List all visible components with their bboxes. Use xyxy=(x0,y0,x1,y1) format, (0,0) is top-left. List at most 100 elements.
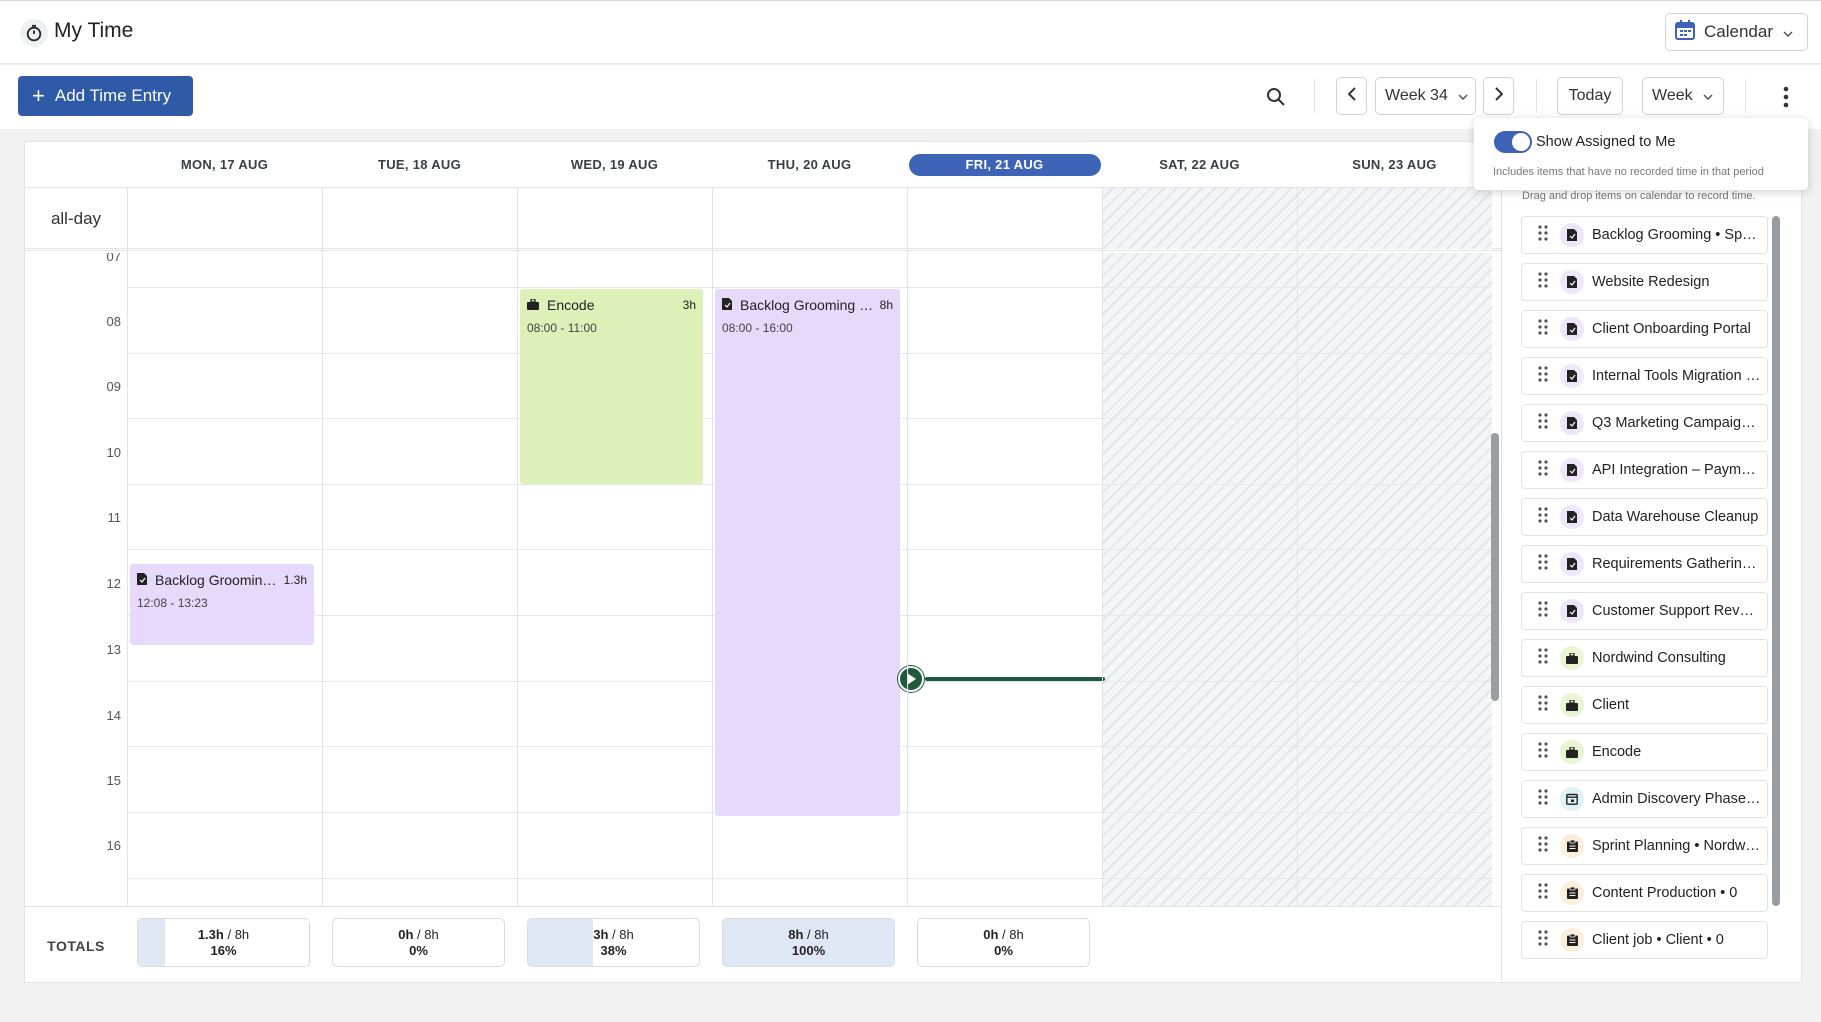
divider xyxy=(1536,79,1537,113)
week-label: Week 34 xyxy=(1385,87,1448,104)
hour-label: 08 xyxy=(106,314,121,329)
day-header-today: FRI, 21 AUG xyxy=(907,142,1102,187)
total-percent: 0% xyxy=(994,943,1013,958)
divider xyxy=(1314,79,1315,113)
hour-label: 13 xyxy=(106,642,121,657)
range-select[interactable]: Week xyxy=(1642,77,1724,115)
assigned-item[interactable]: API Integration – Payments xyxy=(1521,451,1768,489)
drag-handle-icon[interactable] xyxy=(1530,835,1556,857)
totals-label: TOTALS xyxy=(47,938,105,954)
view-mode-select[interactable]: Calendar xyxy=(1665,13,1808,51)
assigned-item[interactable]: Q3 Marketing Campaign • 0 xyxy=(1521,404,1768,442)
hour-line xyxy=(127,287,1492,288)
event-time: 12:08 - 13:23 xyxy=(137,596,208,610)
total-hours: 3h xyxy=(593,927,609,942)
total-target: / 8h xyxy=(227,927,250,942)
assigned-item[interactable]: Requirements Gathering • 0 xyxy=(1521,545,1768,583)
assigned-item-label: API Integration – Payments xyxy=(1592,462,1767,478)
drag-handle-icon[interactable] xyxy=(1530,741,1556,763)
total-target: / 8h xyxy=(807,927,829,942)
total-target: / 8h xyxy=(1002,927,1024,942)
day-total: 3h / 8h 38% xyxy=(527,918,700,967)
event-duration: 1.3h xyxy=(283,573,307,587)
hour-line xyxy=(127,878,1492,879)
document-icon xyxy=(137,572,147,588)
total-hours: 0h xyxy=(983,927,999,942)
hour-label: 10 xyxy=(106,445,121,460)
more-options-icon[interactable] xyxy=(1774,83,1798,111)
total-hours: 1.3h xyxy=(197,927,224,942)
panel-scrollbar[interactable] xyxy=(1772,216,1780,906)
time-grid[interactable]: 07 08 09 10 11 12 13 14 15 16 Encode 3h … xyxy=(25,253,1501,910)
time-entry-event[interactable]: Backlog Grooming • Sprint 1.3h 12:08 - 1… xyxy=(130,564,314,645)
document-icon xyxy=(1560,458,1584,482)
drag-handle-icon[interactable] xyxy=(1530,271,1556,293)
column-divider xyxy=(1297,187,1298,982)
briefcase-icon xyxy=(1560,693,1584,717)
briefcase-icon xyxy=(1560,646,1584,670)
event-title: Backlog Grooming • Sprint xyxy=(740,297,874,313)
assigned-item[interactable]: Nordwind Consulting xyxy=(1521,639,1768,677)
assigned-item[interactable]: Client xyxy=(1521,686,1768,724)
assigned-item-label: Website Redesign xyxy=(1592,274,1710,290)
document-icon xyxy=(1560,317,1584,341)
drag-handle-icon[interactable] xyxy=(1530,882,1556,904)
total-percent: 38% xyxy=(600,943,627,958)
today-pill: FRI, 21 AUG xyxy=(908,153,1101,176)
show-assigned-toggle[interactable] xyxy=(1494,131,1532,153)
briefcase-icon xyxy=(527,297,539,313)
drag-handle-icon[interactable] xyxy=(1530,600,1556,622)
toggle-knob xyxy=(1512,133,1530,151)
assigned-item-label: Client Onboarding Portal xyxy=(1592,321,1751,337)
event-time: 08:00 - 11:00 xyxy=(527,321,597,335)
week-select[interactable]: Week 34 xyxy=(1375,77,1476,115)
assigned-item-label: Requirements Gathering • 0 xyxy=(1592,556,1767,572)
document-icon xyxy=(1560,223,1584,247)
assigned-item[interactable]: Content Production • 0 xyxy=(1521,874,1768,912)
drag-handle-icon[interactable] xyxy=(1530,224,1556,246)
next-week-button[interactable] xyxy=(1483,77,1514,115)
assigned-item[interactable]: Client job • Client • 0 xyxy=(1521,921,1768,959)
assigned-item[interactable]: Encode xyxy=(1521,733,1768,771)
hour-label: 15 xyxy=(106,773,121,788)
today-button[interactable]: Today xyxy=(1557,77,1623,115)
assigned-item[interactable]: Website Redesign xyxy=(1521,263,1768,301)
calendar-scrollbar[interactable] xyxy=(1491,433,1499,701)
total-hours: 0h xyxy=(398,927,414,942)
assigned-item[interactable]: Customer Support Revamp xyxy=(1521,592,1768,630)
drag-handle-icon[interactable] xyxy=(1530,553,1556,575)
chevron-down-icon xyxy=(1783,22,1793,42)
page-title: My Time xyxy=(54,19,134,42)
time-entry-event[interactable]: Encode 3h 08:00 - 11:00 xyxy=(520,289,703,484)
add-time-entry-label: Add Time Entry xyxy=(54,86,172,105)
column-divider xyxy=(712,187,713,982)
drag-handle-icon[interactable] xyxy=(1530,694,1556,716)
event-duration: 3h xyxy=(682,298,696,312)
drag-handle-icon[interactable] xyxy=(1530,788,1556,810)
day-total: 1.3h / 8h 16% xyxy=(137,918,310,967)
assigned-item-label: Customer Support Revamp xyxy=(1592,603,1767,619)
play-icon[interactable] xyxy=(898,666,924,692)
column-divider xyxy=(1102,187,1103,982)
day-header: THU, 20 AUG xyxy=(767,157,852,172)
assigned-item[interactable]: Client Onboarding Portal xyxy=(1521,310,1768,348)
time-entry-event[interactable]: Backlog Grooming • Sprint 8h 08:00 - 16:… xyxy=(715,289,900,816)
hour-label: 12 xyxy=(106,576,121,591)
assigned-item[interactable]: Internal Tools Migration • 0 xyxy=(1521,357,1768,395)
drag-handle-icon[interactable] xyxy=(1530,459,1556,481)
assigned-item[interactable]: Admin Discovery Phase • 0 xyxy=(1521,780,1768,818)
drag-handle-icon[interactable] xyxy=(1530,365,1556,387)
search-icon[interactable] xyxy=(1262,83,1290,111)
assigned-item-label: Nordwind Consulting xyxy=(1592,650,1726,666)
assigned-item[interactable]: Sprint Planning • Nordwind xyxy=(1521,827,1768,865)
drag-handle-icon[interactable] xyxy=(1530,647,1556,669)
assigned-item[interactable]: Data Warehouse Cleanup xyxy=(1521,498,1768,536)
column-divider xyxy=(127,187,128,982)
drag-handle-icon[interactable] xyxy=(1530,929,1556,951)
add-time-entry-button[interactable]: + Add Time Entry xyxy=(18,76,193,116)
drag-handle-icon[interactable] xyxy=(1530,412,1556,434)
assigned-item[interactable]: Backlog Grooming • Sprint 1 xyxy=(1521,216,1768,254)
drag-handle-icon[interactable] xyxy=(1530,506,1556,528)
drag-handle-icon[interactable] xyxy=(1530,318,1556,340)
previous-week-button[interactable] xyxy=(1336,77,1367,115)
